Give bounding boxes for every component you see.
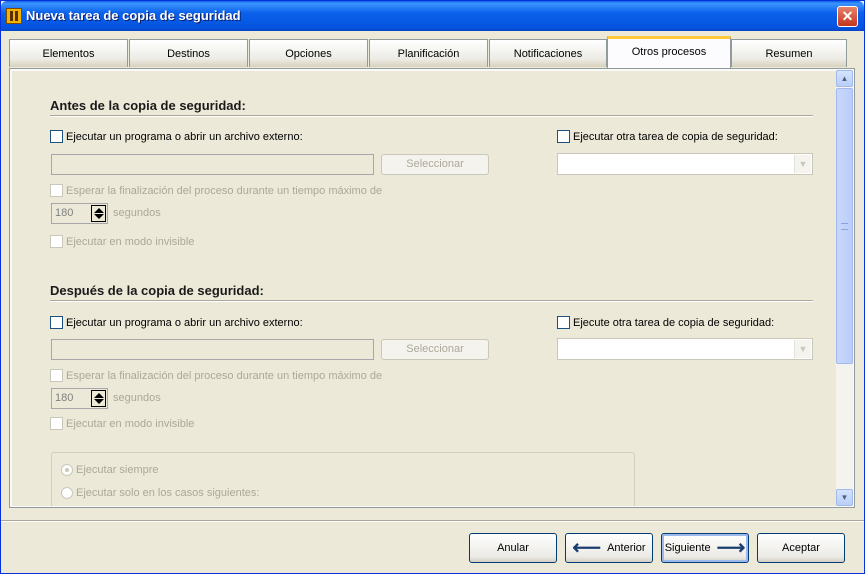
scroll-content: Antes de la copia de seguridad: Ejecutar… bbox=[12, 71, 838, 506]
before-run-program-checkbox[interactable] bbox=[50, 130, 63, 143]
before-divider bbox=[50, 115, 813, 117]
tab-otros-procesos[interactable]: Otros procesos bbox=[607, 36, 731, 68]
after-seconds-label: segundos bbox=[113, 392, 161, 404]
arrow-left-icon: ⟵ bbox=[572, 537, 602, 559]
spin-arrows-icon[interactable] bbox=[91, 390, 106, 407]
before-wait-checkbox[interactable] bbox=[50, 184, 63, 197]
before-seconds-label: segundos bbox=[113, 207, 161, 219]
back-button-label: Anterior bbox=[607, 542, 646, 554]
after-wait-checkbox[interactable] bbox=[50, 369, 63, 382]
close-button[interactable]: ✕ bbox=[837, 6, 858, 27]
radio-always-option[interactable]: Ejecutar siempre bbox=[61, 464, 159, 476]
after-wait-label: Esperar la finalización del proceso dura… bbox=[66, 369, 383, 382]
after-timeout-value: 180 bbox=[55, 392, 74, 404]
after-invisible-label: Ejecutar en modo invisible bbox=[66, 417, 195, 430]
before-wait-label: Esperar la finalización del proceso dura… bbox=[66, 184, 383, 197]
tab-panel: Antes de la copia de seguridad: Ejecutar… bbox=[9, 68, 855, 508]
after-divider bbox=[50, 300, 813, 302]
before-task-select[interactable]: ▼ bbox=[557, 153, 813, 175]
after-select-button[interactable]: Seleccionar bbox=[381, 339, 489, 360]
before-invisible-option[interactable]: Ejecutar en modo invisible bbox=[50, 235, 194, 248]
title-bar[interactable]: Nueva tarea de copia de seguridad ✕ bbox=[1, 1, 864, 31]
before-run-program-option[interactable]: Ejecutar un programa o abrir un archivo … bbox=[50, 130, 303, 143]
cancel-button-label: Anular bbox=[497, 542, 529, 554]
scroll-down-button[interactable]: ▼ bbox=[836, 489, 853, 506]
next-button-label: Siguiente bbox=[664, 542, 711, 554]
before-run-task-label: Ejecutar otra tarea de copia de segurida… bbox=[573, 130, 778, 143]
before-select-button[interactable]: Seleccionar bbox=[381, 154, 489, 175]
before-run-task-option[interactable]: Ejecutar otra tarea de copia de segurida… bbox=[557, 130, 778, 143]
after-invisible-option[interactable]: Ejecutar en modo invisible bbox=[50, 417, 194, 430]
before-section-title: Antes de la copia de seguridad: bbox=[50, 98, 246, 113]
after-run-program-label: Ejecutar un programa o abrir un archivo … bbox=[66, 316, 303, 329]
arrow-right-icon: ⟶ bbox=[716, 537, 746, 559]
radio-cases-label: Ejecutar solo en los casos siguientes: bbox=[76, 487, 260, 499]
accept-button[interactable]: Aceptar bbox=[757, 533, 845, 563]
after-run-task-checkbox[interactable] bbox=[557, 316, 570, 329]
before-timeout-value: 180 bbox=[55, 207, 74, 219]
scroll-thumb[interactable] bbox=[836, 88, 853, 364]
back-button[interactable]: ⟵ Anterior bbox=[565, 533, 653, 563]
vertical-scrollbar[interactable]: ▲ ▼ bbox=[836, 70, 853, 506]
grip-icon bbox=[841, 223, 848, 230]
tab-planificacion[interactable]: Planificación bbox=[369, 39, 488, 67]
before-run-program-label: Ejecutar un programa o abrir un archivo … bbox=[66, 130, 303, 143]
before-invisible-label: Ejecutar en modo invisible bbox=[66, 235, 195, 248]
close-icon: ✕ bbox=[841, 8, 854, 24]
before-timeout-stepper[interactable]: 180 bbox=[51, 203, 108, 224]
dialog-window: Nueva tarea de copia de seguridad ✕ Elem… bbox=[0, 0, 865, 574]
after-run-program-option[interactable]: Ejecutar un programa o abrir un archivo … bbox=[50, 316, 303, 329]
tab-resumen[interactable]: Resumen bbox=[731, 39, 847, 67]
cancel-button[interactable]: Anular bbox=[469, 533, 557, 563]
radio-always-label: Ejecutar siempre bbox=[76, 464, 159, 476]
tab-opciones[interactable]: Opciones bbox=[249, 39, 368, 67]
before-invisible-checkbox[interactable] bbox=[50, 235, 63, 248]
scroll-up-button[interactable]: ▲ bbox=[836, 70, 853, 87]
after-invisible-checkbox[interactable] bbox=[50, 417, 63, 430]
tab-notificaciones[interactable]: Notificaciones bbox=[489, 39, 607, 67]
app-icon bbox=[6, 8, 22, 24]
chevron-down-icon[interactable]: ▼ bbox=[794, 340, 811, 358]
before-program-path-input[interactable] bbox=[51, 154, 374, 175]
radio-cases-option[interactable]: Ejecutar solo en los casos siguientes: bbox=[61, 487, 259, 499]
accept-button-label: Aceptar bbox=[782, 542, 820, 554]
after-section-title: Después de la copia de seguridad: bbox=[50, 283, 264, 298]
radio-always[interactable] bbox=[61, 464, 73, 476]
tab-strip: Elementos Destinos Opciones Planificació… bbox=[9, 36, 849, 69]
next-button[interactable]: Siguiente ⟶ bbox=[661, 533, 749, 563]
after-wait-option[interactable]: Esperar la finalización del proceso dura… bbox=[50, 369, 382, 382]
after-run-program-checkbox[interactable] bbox=[50, 316, 63, 329]
window-title: Nueva tarea de copia de seguridad bbox=[26, 8, 241, 23]
tab-destinos[interactable]: Destinos bbox=[129, 39, 248, 67]
after-timeout-stepper[interactable]: 180 bbox=[51, 388, 108, 409]
before-wait-option[interactable]: Esperar la finalización del proceso dura… bbox=[50, 184, 382, 197]
footer-divider bbox=[1, 520, 864, 522]
tab-elementos[interactable]: Elementos bbox=[9, 39, 128, 67]
after-run-task-label: Ejecute otra tarea de copia de seguridad… bbox=[573, 316, 775, 329]
after-task-select[interactable]: ▼ bbox=[557, 338, 813, 360]
after-program-path-input[interactable] bbox=[51, 339, 374, 360]
chevron-down-icon[interactable]: ▼ bbox=[794, 155, 811, 173]
after-run-task-option[interactable]: Ejecute otra tarea de copia de seguridad… bbox=[557, 316, 774, 329]
spin-arrows-icon[interactable] bbox=[91, 205, 106, 222]
before-run-task-checkbox[interactable] bbox=[557, 130, 570, 143]
radio-cases[interactable] bbox=[61, 487, 73, 499]
execution-conditions-group: Ejecutar siempre Ejecutar solo en los ca… bbox=[51, 452, 635, 506]
